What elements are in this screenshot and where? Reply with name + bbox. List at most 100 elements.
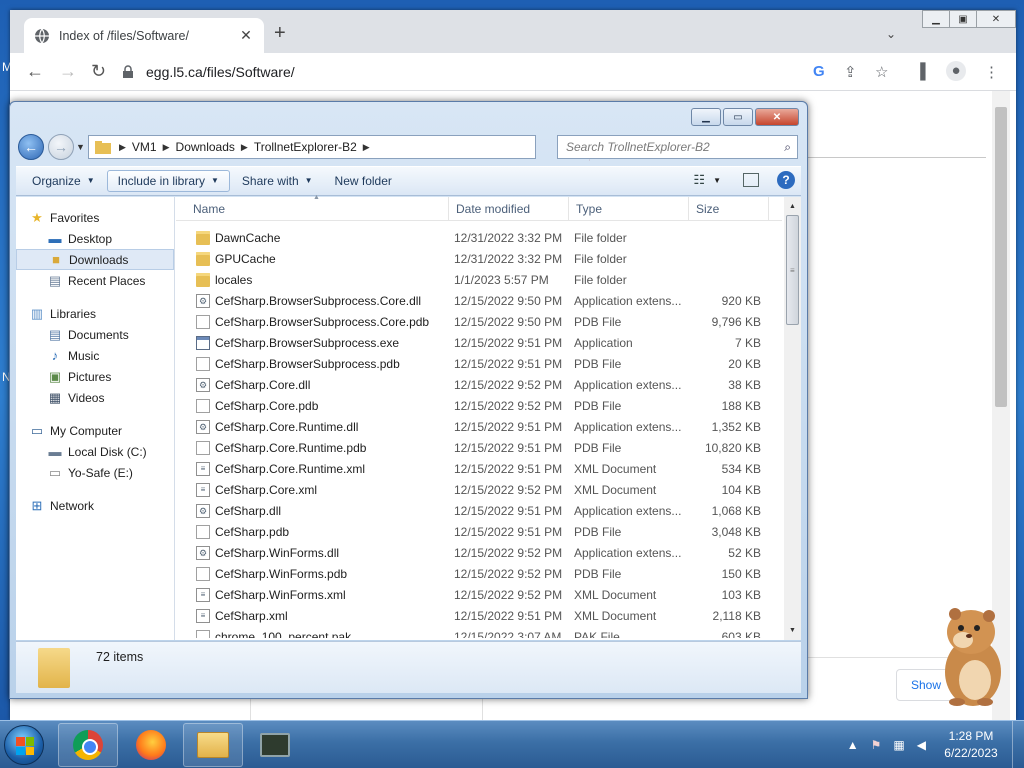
view-options-icon[interactable]: ☷ [693, 172, 705, 188]
file-row[interactable]: CefSharp.pdb 12/15/2022 9:51 PM PDB File 3,… [176, 522, 782, 543]
preview-pane-icon[interactable] [743, 173, 759, 187]
nav-item-documents[interactable]: ▤ Documents [16, 324, 174, 345]
file-size: 920 KB [721, 294, 761, 308]
breadcrumb-vm1[interactable]: VM1 [132, 140, 157, 154]
bookmark-star-icon[interactable]: ☆ [875, 63, 888, 81]
share-icon[interactable]: ⇪ [844, 63, 857, 81]
file-row[interactable]: locales 1/1/2023 5:57 PM File folder [176, 270, 782, 291]
profile-icon[interactable]: ● [946, 61, 966, 81]
scroll-down-icon[interactable]: ▼ [784, 624, 801, 638]
column-header-date-modified[interactable]: Date modified [449, 197, 569, 221]
scroll-up-icon[interactable]: ▲ [784, 200, 801, 214]
browser-tab[interactable]: Index of /files/Software/ ✕ [24, 18, 264, 53]
more-menu-icon[interactable]: ⋮ [984, 63, 999, 81]
network-status-icon[interactable]: ▦ [893, 738, 904, 752]
maximize-icon[interactable]: ▣ [949, 10, 977, 28]
navigation-pane: ★ Favorites ▬ Desktop ■ Downloads ▤ Recent P… [16, 197, 175, 640]
scrollbar-thumb[interactable]: ≡ [786, 215, 799, 325]
include-in-library-button[interactable]: Include in library ▼ [106, 170, 230, 192]
breadcrumb-downloads[interactable]: Downloads [176, 140, 235, 154]
file-row[interactable]: CefSharp.BrowserSubprocess.exe 12/15/2022… [176, 333, 782, 354]
scrollbar-thumb[interactable] [995, 107, 1007, 407]
minimize-icon[interactable]: ▁ [691, 108, 721, 126]
organize-button[interactable]: Organize ▼ [22, 170, 105, 192]
breadcrumb-separator-icon[interactable]: ▶ [163, 142, 170, 153]
file-row[interactable]: ⚙ CefSharp.BrowserSubprocess.Core.dll 12/1… [176, 291, 782, 312]
close-icon[interactable]: ✕ [755, 108, 799, 126]
search-icon[interactable]: ⌕ [784, 140, 791, 155]
taskbar-explorer[interactable] [183, 723, 243, 767]
file-type: PDB File [574, 315, 622, 329]
share-with-button[interactable]: Share with ▼ [232, 170, 323, 192]
column-header-name[interactable]: Name [186, 197, 449, 221]
clock[interactable]: 1:28 PM 6/22/2023 [938, 728, 1004, 762]
close-tab-icon[interactable]: ✕ [238, 27, 254, 44]
reload-icon[interactable]: ↻ [91, 62, 106, 80]
folder-icon [196, 273, 210, 287]
new-tab-icon[interactable]: + [274, 23, 286, 43]
nav-item-my-computer[interactable]: ▭ My Computer [16, 420, 174, 441]
xml-icon: ≡ [196, 609, 210, 623]
back-arrow-icon[interactable]: ← [18, 134, 44, 160]
recent-pages-dropdown-icon[interactable]: ▼ [76, 142, 85, 152]
nav-label: Recent Places [68, 273, 146, 288]
nav-item-recent-places[interactable]: ▤ Recent Places [16, 270, 174, 291]
file-row[interactable]: DawnCache 12/31/2022 3:32 PM File folder [176, 228, 782, 249]
action-center-icon[interactable]: ⚑ [871, 738, 882, 752]
nav-item-videos[interactable]: ▦ Videos [16, 387, 174, 408]
nav-item-downloads[interactable]: ■ Downloads [16, 249, 174, 270]
file-row[interactable]: ≡ CefSharp.xml 12/15/2022 9:51 PM XML Docum… [176, 606, 782, 627]
file-row[interactable]: ⚙ CefSharp.Core.Runtime.dll 12/15/2022 9:5… [176, 417, 782, 438]
file-row[interactable]: ≡ CefSharp.Core.xml 12/15/2022 9:52 PM XML … [176, 480, 782, 501]
maximize-icon[interactable]: ▭ [723, 108, 753, 126]
taskbar-firefox[interactable] [121, 723, 181, 767]
breadcrumb-separator-icon[interactable]: ▶ [119, 142, 126, 153]
show-desktop-button[interactable] [1012, 721, 1024, 768]
volume-muted-icon[interactable]: ◀ [917, 738, 926, 752]
chevron-down-icon[interactable]: ▼ [713, 176, 721, 185]
file-row[interactable]: ⚙ CefSharp.dll 12/15/2022 9:51 PM Applicati… [176, 501, 782, 522]
column-header-size[interactable]: Size [689, 197, 769, 221]
file-date-modified: 12/15/2022 9:51 PM [454, 609, 563, 623]
file-list-scrollbar[interactable]: ▲ ≡ ▼ [784, 197, 801, 640]
google-translate-icon[interactable]: G [813, 63, 825, 80]
nav-item-yo-safe[interactable]: ▭ Yo-Safe (E:) [16, 462, 174, 483]
file-row[interactable]: CefSharp.Core.Runtime.pdb 12/15/2022 9:51… [176, 438, 782, 459]
start-button[interactable] [4, 725, 44, 765]
help-icon[interactable]: ? [777, 171, 795, 189]
close-icon[interactable]: ✕ [976, 10, 1016, 28]
file-row[interactable]: CefSharp.Core.pdb 12/15/2022 9:52 PM PDB F… [176, 396, 782, 417]
chevron-down-icon[interactable]: ⌄ [886, 27, 896, 41]
taskbar-network-monitor[interactable] [245, 723, 305, 767]
breadcrumb-separator-icon[interactable]: ▶ [241, 142, 248, 153]
file-row[interactable]: CefSharp.BrowserSubprocess.pdb 12/15/2022… [176, 354, 782, 375]
nav-item-network[interactable]: ⊞ Network [16, 495, 174, 516]
nav-item-pictures[interactable]: ▣ Pictures [16, 366, 174, 387]
column-header-type[interactable]: Type [569, 197, 689, 221]
nav-item-music[interactable]: ♪ Music [16, 345, 174, 366]
file-row[interactable]: ≡ CefSharp.WinForms.xml 12/15/2022 9:52 PM… [176, 585, 782, 606]
file-row[interactable]: CefSharp.WinForms.pdb 12/15/2022 9:52 PM P… [176, 564, 782, 585]
breadcrumb-separator-icon[interactable]: ▶ [363, 142, 370, 153]
forward-arrow-icon[interactable]: → [59, 62, 77, 80]
file-row[interactable]: GPUCache 12/31/2022 3:32 PM File folder [176, 249, 782, 270]
nav-item-favorites[interactable]: ★ Favorites [16, 207, 174, 228]
search-input[interactable]: Search TrollnetExplorer-B2 ⌕ [557, 135, 798, 159]
forward-arrow-icon[interactable]: → [48, 134, 74, 160]
file-row[interactable]: ≡ CefSharp.Core.Runtime.xml 12/15/2022 9:5… [176, 459, 782, 480]
file-row[interactable]: ⚙ CefSharp.WinForms.dll 12/15/2022 9:52 PM… [176, 543, 782, 564]
nav-item-libraries[interactable]: ▥ Libraries [16, 303, 174, 324]
nav-item-desktop[interactable]: ▬ Desktop [16, 228, 174, 249]
new-folder-button[interactable]: New folder [325, 170, 402, 192]
breadcrumb-current-folder[interactable]: TrollnetExplorer-B2 [254, 140, 357, 154]
minimize-icon[interactable]: ▁ [922, 10, 950, 28]
file-row[interactable]: ⚙ CefSharp.Core.dll 12/15/2022 9:52 PM Appl… [176, 375, 782, 396]
taskbar-chrome[interactable] [58, 723, 118, 767]
breadcrumb[interactable]: ▶ VM1 ▶ Downloads ▶ TrollnetExplorer-B2 … [88, 135, 605, 161]
file-row[interactable]: chrome_100_percent.pak 12/15/2022 3:07 AM… [176, 627, 782, 638]
side-panel-icon[interactable]: ▐ [915, 63, 926, 80]
back-arrow-icon[interactable]: ← [26, 62, 44, 80]
file-row[interactable]: CefSharp.BrowserSubprocess.Core.pdb 12/15… [176, 312, 782, 333]
show-hidden-icons-icon[interactable]: ▲ [847, 738, 859, 752]
nav-item-local-disk[interactable]: ▬ Local Disk (C:) [16, 441, 174, 462]
